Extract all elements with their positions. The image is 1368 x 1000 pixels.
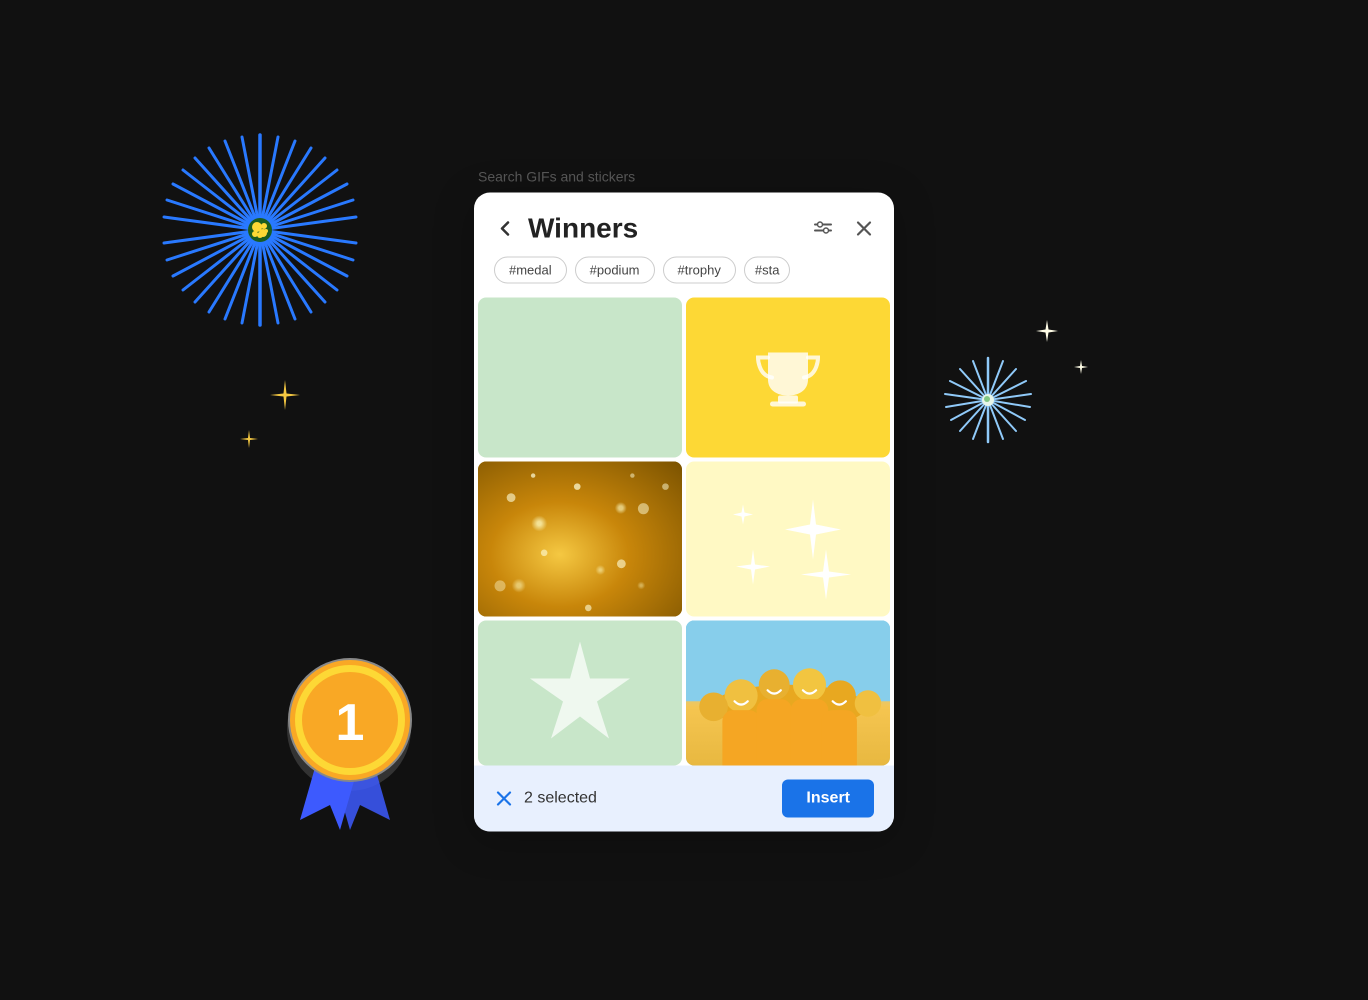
tags-row: #medal #podium #trophy #sta	[474, 257, 894, 298]
gif-cell-3[interactable]	[478, 462, 682, 617]
gif-grid	[474, 298, 894, 766]
tag-star[interactable]: #sta	[744, 257, 791, 284]
sparkle-decoration-1	[270, 380, 300, 417]
gif-cell-5[interactable]	[478, 621, 682, 766]
gif-cell-4[interactable]	[686, 462, 890, 617]
gif-cell-1[interactable]	[478, 298, 682, 458]
insert-button[interactable]: Insert	[782, 780, 874, 818]
sparkle-decoration-2	[240, 430, 258, 453]
dialog-header: Winners	[474, 193, 894, 257]
sparkle-decoration-4	[1074, 360, 1088, 377]
search-label: Search GIFs and stickers	[474, 169, 894, 185]
dialog-title: Winners	[528, 213, 800, 245]
selected-info: 2 selected	[494, 789, 597, 809]
light-starburst-decoration	[938, 350, 1038, 450]
tag-podium[interactable]: #podium	[575, 257, 655, 284]
blue-starburst-decoration	[150, 120, 370, 340]
filter-button[interactable]	[812, 218, 834, 240]
gif-cell-6[interactable]	[686, 621, 890, 766]
tag-medal[interactable]: #medal	[494, 257, 567, 284]
bottom-bar: 2 selected Insert	[474, 766, 894, 832]
dialog-wrapper: Search GIFs and stickers Winners	[474, 169, 894, 832]
clear-selection-button[interactable]	[494, 789, 514, 809]
close-button[interactable]	[854, 219, 874, 239]
gif-search-dialog: Winners #medal #podium #trophy #sta	[474, 193, 894, 832]
gif-cell-2[interactable]	[686, 298, 890, 458]
selected-count-text: 2 selected	[524, 790, 597, 808]
medal-decoration: 1	[250, 620, 450, 840]
svg-text:1: 1	[336, 694, 365, 752]
sparkle-decoration-3	[1036, 320, 1058, 348]
tag-trophy[interactable]: #trophy	[663, 257, 736, 284]
back-button[interactable]	[494, 218, 516, 240]
